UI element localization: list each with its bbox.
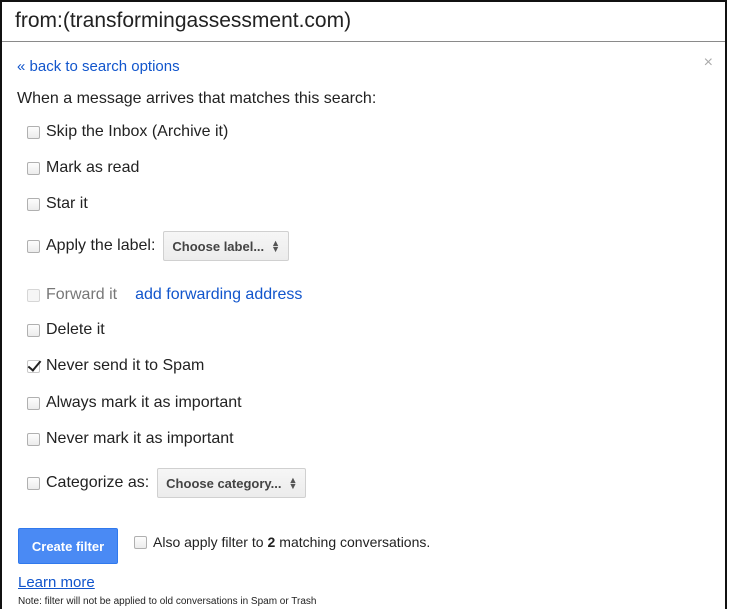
never-important-checkbox[interactable] — [27, 432, 40, 446]
forward-checkbox[interactable] — [27, 288, 40, 302]
never-spam-label: Never send it to Spam — [46, 357, 205, 374]
apply-label-checkbox[interactable] — [27, 239, 40, 253]
option-skip-inbox[interactable]: Skip the Inbox (Archive it) — [27, 120, 228, 144]
matching-count: 2 — [267, 534, 276, 550]
create-filter-button[interactable]: Create filter — [18, 528, 118, 564]
option-delete[interactable]: Delete it — [27, 318, 105, 342]
spam-trash-note: Note: filter will not be applied to old … — [18, 596, 317, 607]
option-apply-label: Apply the label: Choose label... ▲ ▼ — [27, 231, 290, 261]
close-icon[interactable]: × — [704, 54, 713, 72]
option-categorize: Categorize as: Choose category... ▲ ▼ — [27, 468, 307, 498]
also-apply-option[interactable]: Also apply filter to 2 matching conversa… — [134, 532, 430, 552]
mark-read-label: Mark as read — [46, 159, 140, 176]
filter-dialog: from:(transformingassessment.com) « back… — [0, 0, 727, 609]
skip-inbox-label: Skip the Inbox (Archive it) — [46, 123, 229, 140]
select-arrows-icon: ▲ ▼ — [288, 475, 298, 491]
apply-label-label: Apply the label: — [46, 237, 156, 254]
skip-inbox-checkbox[interactable] — [27, 125, 40, 139]
option-always-important[interactable]: Always mark it as important — [27, 391, 242, 415]
learn-more-link[interactable]: Learn more — [18, 574, 95, 591]
delete-label: Delete it — [46, 321, 105, 338]
also-apply-suffix: matching conversations. — [279, 534, 431, 550]
option-star[interactable]: Star it — [27, 192, 88, 216]
star-checkbox[interactable] — [27, 197, 40, 211]
search-query-field[interactable]: from:(transformingassessment.com) — [2, 2, 725, 42]
select-arrows-icon: ▲ ▼ — [271, 238, 281, 254]
never-spam-checkbox[interactable] — [27, 359, 40, 373]
also-apply-checkbox[interactable] — [134, 535, 147, 549]
forward-label: Forward it — [46, 286, 118, 303]
filter-intro-text: When a message arrives that matches this… — [17, 90, 377, 107]
option-mark-read[interactable]: Mark as read — [27, 156, 139, 180]
never-important-label: Never mark it as important — [46, 430, 234, 447]
categorize-checkbox[interactable] — [27, 476, 40, 490]
choose-label-select[interactable]: Choose label... ▲ ▼ — [163, 231, 290, 261]
option-never-important[interactable]: Never mark it as important — [27, 427, 234, 451]
option-never-spam[interactable]: Never send it to Spam — [27, 354, 204, 378]
star-label: Star it — [46, 195, 88, 212]
choose-category-select-value: Choose category... — [166, 475, 282, 491]
categorize-label: Categorize as: — [46, 474, 150, 491]
choose-label-select-value: Choose label... — [172, 238, 265, 254]
option-forward: Forward it add forwarding address — [27, 283, 302, 307]
always-important-label: Always mark it as important — [46, 394, 242, 411]
also-apply-prefix: Also apply filter to — [153, 534, 264, 550]
add-forwarding-address-link[interactable]: add forwarding address — [135, 286, 302, 304]
delete-checkbox[interactable] — [27, 323, 40, 337]
mark-read-checkbox[interactable] — [27, 161, 40, 175]
choose-category-select[interactable]: Choose category... ▲ ▼ — [157, 468, 307, 498]
back-to-search-options-link[interactable]: « back to search options — [17, 58, 180, 75]
always-important-checkbox[interactable] — [27, 396, 40, 410]
